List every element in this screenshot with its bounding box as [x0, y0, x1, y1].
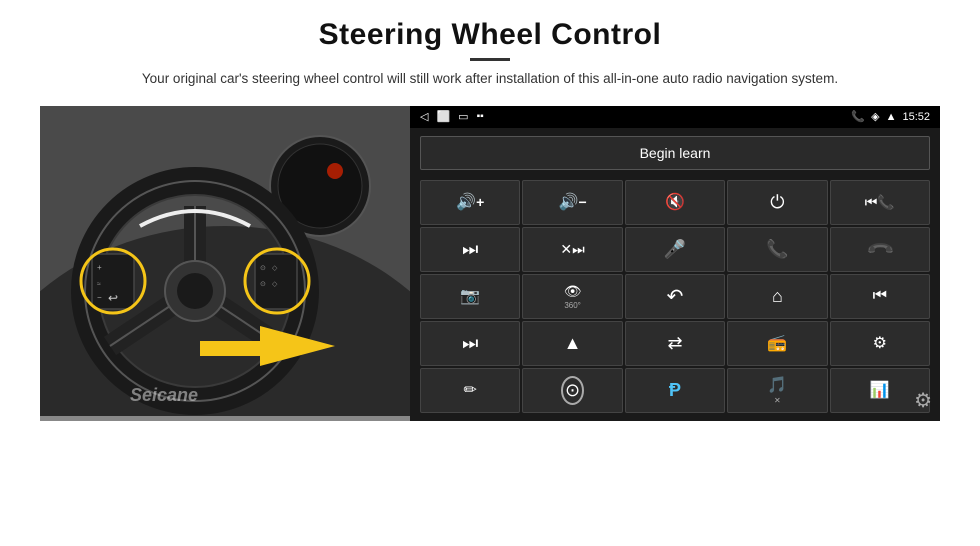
- back-icon: ↶: [667, 284, 684, 309]
- prev-track-icon: ⏮📞: [865, 194, 895, 211]
- home-nav-icon[interactable]: ⬜: [436, 110, 450, 123]
- settings-btn[interactable]: ⊙: [522, 368, 622, 413]
- vol-up-icon: 🔊+: [456, 192, 484, 212]
- content-area: + ≈ − ↩ ⊙ ◇ ⊙ ◇ Seicane: [40, 106, 940, 421]
- vol-down-button[interactable]: 🔊−: [522, 180, 622, 225]
- begin-learn-row: Begin learn: [410, 128, 940, 178]
- status-bar-left: ◁ ⬜ ▭ ▪▪: [420, 110, 484, 123]
- power-icon: ⏻: [770, 192, 784, 213]
- spectrum-icon: 📊: [870, 380, 890, 400]
- svg-text:≈: ≈: [97, 281, 101, 288]
- call-button[interactable]: 📞: [727, 227, 827, 272]
- rewind-icon: ⏮: [873, 287, 887, 305]
- bluetooth-icon: Ᵽ: [669, 380, 681, 401]
- vol-up-button[interactable]: 🔊+: [420, 180, 520, 225]
- camera-button[interactable]: 📷: [420, 274, 520, 319]
- edit-button[interactable]: ✏: [420, 368, 520, 413]
- page-title: Steering Wheel Control: [142, 18, 838, 52]
- status-bar: ◁ ⬜ ▭ ▪▪ 📞 ◈ ▲ 15:52: [410, 106, 940, 128]
- svg-text:Seicane: Seicane: [130, 385, 198, 405]
- steering-wheel-image: + ≈ − ↩ ⊙ ◇ ⊙ ◇ Seicane: [40, 106, 410, 421]
- phone-icon: 📞: [851, 110, 865, 123]
- svg-text:↩: ↩: [108, 291, 118, 305]
- eq-icon: ⚙: [873, 333, 887, 353]
- hangup-icon: 📞: [864, 234, 895, 265]
- time-display: 15:52: [902, 111, 930, 123]
- skip-button[interactable]: ✕⏭: [522, 227, 622, 272]
- radio-icon: 📻: [767, 333, 787, 353]
- bottom-settings-icon[interactable]: ⚙: [914, 388, 932, 413]
- svg-text:◇: ◇: [272, 281, 278, 288]
- switch-icon: ⇄: [667, 333, 682, 354]
- svg-text:⊙: ⊙: [260, 265, 266, 272]
- location-icon: ◈: [871, 110, 879, 123]
- nav-icon: ▲: [564, 333, 582, 354]
- view360-label: 360°: [564, 301, 581, 310]
- settings-icon: ⊙: [561, 376, 584, 405]
- skip-icon: ✕⏭: [560, 241, 584, 258]
- next-icon: ⏭: [462, 239, 478, 260]
- edit-icon: ✏: [463, 380, 476, 400]
- svg-text:⊙: ⊙: [260, 281, 266, 288]
- music-button[interactable]: 🎵 ✕: [727, 368, 827, 413]
- page-wrapper: Steering Wheel Control Your original car…: [0, 0, 980, 546]
- mic-button[interactable]: 🎤: [625, 227, 725, 272]
- page-subtitle: Your original car's steering wheel contr…: [142, 69, 838, 90]
- view360-button[interactable]: 👁 360°: [522, 274, 622, 319]
- android-panel: ◁ ⬜ ▭ ▪▪ 📞 ◈ ▲ 15:52 Begin learn: [410, 106, 940, 421]
- status-bar-right: 📞 ◈ ▲ 15:52: [851, 110, 930, 123]
- eq-button[interactable]: ⚙: [830, 321, 930, 366]
- radio-button[interactable]: 📻: [727, 321, 827, 366]
- mic-icon: 🎤: [664, 239, 686, 260]
- prev-track-button[interactable]: ⏮📞: [830, 180, 930, 225]
- bluetooth-button[interactable]: Ᵽ: [625, 368, 725, 413]
- back-nav-icon[interactable]: ◁: [420, 110, 428, 123]
- back-button[interactable]: ↶: [625, 274, 725, 319]
- switch-button[interactable]: ⇄: [625, 321, 725, 366]
- view360-icon: 👁: [564, 283, 582, 300]
- begin-learn-button[interactable]: Begin learn: [420, 136, 930, 170]
- title-divider: [470, 58, 510, 61]
- nav-button[interactable]: ▲: [522, 321, 622, 366]
- home-button[interactable]: ⌂: [727, 274, 827, 319]
- power-button[interactable]: ⏻: [727, 180, 827, 225]
- vol-down-icon: 🔊−: [559, 192, 587, 212]
- next-button[interactable]: ⏭: [420, 227, 520, 272]
- recents-nav-icon[interactable]: ▭: [458, 110, 468, 123]
- home-icon: ⌂: [772, 286, 783, 307]
- title-section: Steering Wheel Control Your original car…: [142, 18, 838, 90]
- music-icon: 🎵: [767, 375, 787, 395]
- ffwd-icon: ⏭: [462, 333, 478, 354]
- hangup-button[interactable]: 📞: [830, 227, 930, 272]
- svg-text:◇: ◇: [272, 265, 278, 272]
- wifi-icon: ▲: [886, 111, 897, 123]
- steering-wheel-svg: + ≈ − ↩ ⊙ ◇ ⊙ ◇ Seicane: [40, 106, 410, 416]
- ffwd-button[interactable]: ⏭: [420, 321, 520, 366]
- control-grid: 🔊+ 🔊− 🔇 ⏻ ⏮📞 ⏭ ✕⏭: [410, 178, 940, 421]
- svg-text:−: −: [97, 293, 102, 302]
- svg-text:+: +: [97, 263, 102, 272]
- music-sub: ✕: [774, 396, 781, 405]
- mute-button[interactable]: 🔇: [625, 180, 725, 225]
- rewind-button[interactable]: ⏮: [830, 274, 930, 319]
- camera-icon: 📷: [460, 286, 480, 306]
- call-icon: 📞: [766, 239, 788, 260]
- mute-icon: 🔇: [665, 192, 685, 212]
- signal-icon: ▪▪: [477, 111, 484, 122]
